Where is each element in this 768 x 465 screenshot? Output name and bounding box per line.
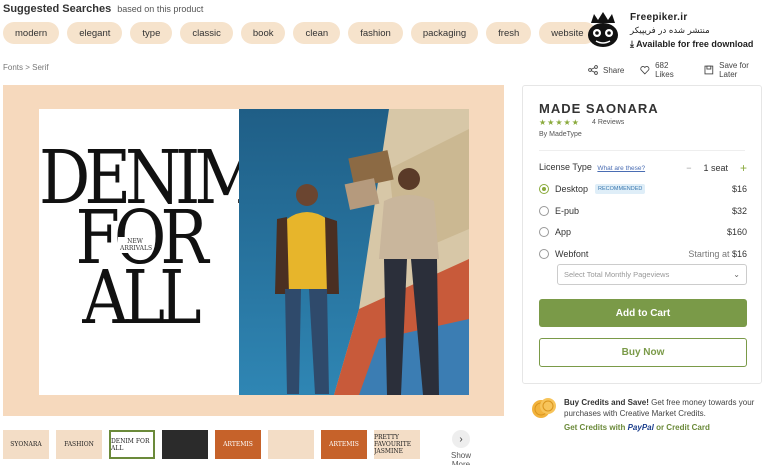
thumbnail-selected[interactable]: DENIM FOR ALL bbox=[109, 430, 155, 459]
thumbnail[interactable]: PRETTY FAVOURITE JASMINE bbox=[374, 430, 420, 459]
license-option-epub[interactable]: E-pub $32 bbox=[539, 206, 747, 216]
save-for-later-button[interactable]: Save for Later bbox=[704, 61, 768, 79]
get-credits-link[interactable]: Get Credits with PayPal or Credit Card bbox=[564, 423, 710, 432]
tag-clean[interactable]: clean bbox=[293, 22, 341, 44]
radio[interactable] bbox=[539, 249, 549, 259]
divider bbox=[539, 150, 745, 151]
radio[interactable] bbox=[539, 206, 549, 216]
minus-icon[interactable]: − bbox=[686, 163, 691, 173]
seat-count: 1 seat bbox=[703, 163, 728, 173]
download-icon: ⤓ bbox=[630, 39, 634, 49]
poster-tagline: NEW ARRIVALS bbox=[118, 237, 153, 253]
watermark-download: ⤓ Available for free download bbox=[630, 39, 753, 50]
license-help-link[interactable]: What are these? bbox=[597, 165, 645, 172]
license-type-text: License Type bbox=[539, 162, 592, 172]
suggested-searches-subtitle: based on this product bbox=[117, 4, 204, 14]
pageviews-select[interactable]: Select Total Monthly Pageviews ⌄ bbox=[557, 264, 747, 285]
chevron-right-icon: › bbox=[452, 430, 470, 448]
thumbnail[interactable]: SYONARA bbox=[3, 430, 49, 459]
tag-packaging[interactable]: packaging bbox=[410, 22, 479, 44]
option-name: E-pub bbox=[555, 206, 580, 216]
credits-link-text-2: or Credit Card bbox=[656, 423, 710, 432]
credits-headline: Buy Credits and Save! bbox=[564, 398, 649, 407]
tag-modern[interactable]: modern bbox=[3, 22, 60, 44]
credits-link-text: Get Credits with bbox=[564, 423, 626, 432]
thumbnail[interactable] bbox=[162, 430, 208, 459]
seat-stepper: − 1 seat + bbox=[686, 161, 747, 175]
share-icon bbox=[588, 65, 598, 75]
heart-icon bbox=[640, 66, 650, 75]
watermark: Freepiker.ir منتشر شده در فریپیکر ⤓ Avai… bbox=[583, 9, 768, 54]
suggested-searches-heading: Suggested Searches based on this product bbox=[3, 3, 203, 15]
tag-list: modern elegant type classic book clean f… bbox=[3, 22, 596, 44]
watermark-name: Freepiker.ir bbox=[630, 12, 688, 23]
reviews-link[interactable]: 4 Reviews bbox=[592, 119, 624, 126]
recommended-badge: RECOMMENDED bbox=[595, 184, 646, 194]
watermark-persian: منتشر شده در فریپیکر bbox=[630, 26, 710, 36]
tag-elegant[interactable]: elegant bbox=[67, 22, 123, 44]
breadcrumb[interactable]: Fonts > Serif bbox=[3, 63, 49, 72]
share-button[interactable]: Share bbox=[588, 61, 624, 79]
thumbnail[interactable]: FASHION bbox=[56, 430, 102, 459]
tag-fresh[interactable]: fresh bbox=[486, 22, 532, 44]
show-more-button[interactable]: › Show More bbox=[441, 430, 481, 465]
thumbnail-strip: SYONARA FASHION DENIM FOR ALL ARTEMIS AR… bbox=[3, 430, 420, 459]
tag-fashion[interactable]: fashion bbox=[348, 22, 403, 44]
license-type-label: License Type What are these? bbox=[539, 162, 645, 172]
option-price: Starting at $16 bbox=[688, 249, 747, 259]
share-label: Share bbox=[603, 65, 625, 75]
paypal-logo: PayPal bbox=[627, 423, 654, 432]
license-option-app[interactable]: App $160 bbox=[539, 227, 747, 237]
credits-text: Buy Credits and Save! Get free money tow… bbox=[564, 397, 764, 419]
watermark-download-text: Available for free download bbox=[636, 39, 754, 49]
suggested-searches-title: Suggested Searches bbox=[3, 3, 112, 15]
thumbnail[interactable]: ARTEMIS bbox=[215, 430, 261, 459]
plus-icon[interactable]: + bbox=[740, 161, 747, 175]
thumbnail[interactable] bbox=[268, 430, 314, 459]
option-name: Webfont bbox=[555, 249, 589, 259]
option-price: $160 bbox=[726, 227, 747, 237]
coins-icon bbox=[532, 398, 556, 418]
option-price: $16 bbox=[731, 184, 747, 194]
price-value: $16 bbox=[731, 249, 747, 259]
option-name: Desktop bbox=[555, 184, 589, 194]
buy-now-button[interactable]: Buy Now bbox=[539, 338, 747, 367]
product-preview[interactable]: DENIM FOR ALL NEW ARRIVALS bbox=[3, 85, 504, 416]
chevron-down-icon: ⌄ bbox=[733, 270, 740, 279]
save-icon bbox=[704, 65, 714, 75]
save-label: Save for Later bbox=[719, 61, 749, 79]
show-more-label: Show More bbox=[450, 451, 471, 465]
freepiker-logo-icon bbox=[588, 12, 618, 47]
rating-stars-icon: ★★★★★ bbox=[539, 118, 580, 127]
license-option-webfont[interactable]: Webfont Starting at $16 bbox=[539, 249, 747, 259]
like-button[interactable]: 682 Likes bbox=[640, 61, 688, 79]
product-actions: Share 682 Likes Save for Later bbox=[588, 61, 768, 79]
tag-type[interactable]: type bbox=[130, 22, 173, 44]
thumbnail[interactable]: ARTEMIS bbox=[321, 430, 367, 459]
radio-selected[interactable] bbox=[539, 184, 549, 194]
product-card: MADE SAONARA ★★★★★ 4 Reviews By MadeType… bbox=[522, 85, 762, 384]
tag-book[interactable]: book bbox=[240, 22, 286, 44]
pageviews-placeholder: Select Total Monthly Pageviews bbox=[564, 270, 670, 279]
option-name: App bbox=[555, 227, 572, 237]
price-prefix: Starting at bbox=[688, 249, 730, 259]
license-option-desktop[interactable]: Desktop RECOMMENDED $16 bbox=[539, 184, 747, 194]
option-price: $32 bbox=[731, 206, 747, 216]
tag-classic[interactable]: classic bbox=[180, 22, 233, 44]
radio[interactable] bbox=[539, 227, 549, 237]
poster-photo bbox=[239, 109, 469, 395]
preview-poster: DENIM FOR ALL NEW ARRIVALS bbox=[39, 109, 469, 395]
product-title: MADE SAONARA bbox=[539, 101, 659, 116]
poster-headline-line-3: ALL bbox=[82, 256, 201, 342]
author-link[interactable]: By MadeType bbox=[539, 131, 582, 138]
add-to-cart-button[interactable]: Add to Cart bbox=[539, 299, 747, 327]
likes-count: 682 Likes bbox=[655, 61, 674, 79]
